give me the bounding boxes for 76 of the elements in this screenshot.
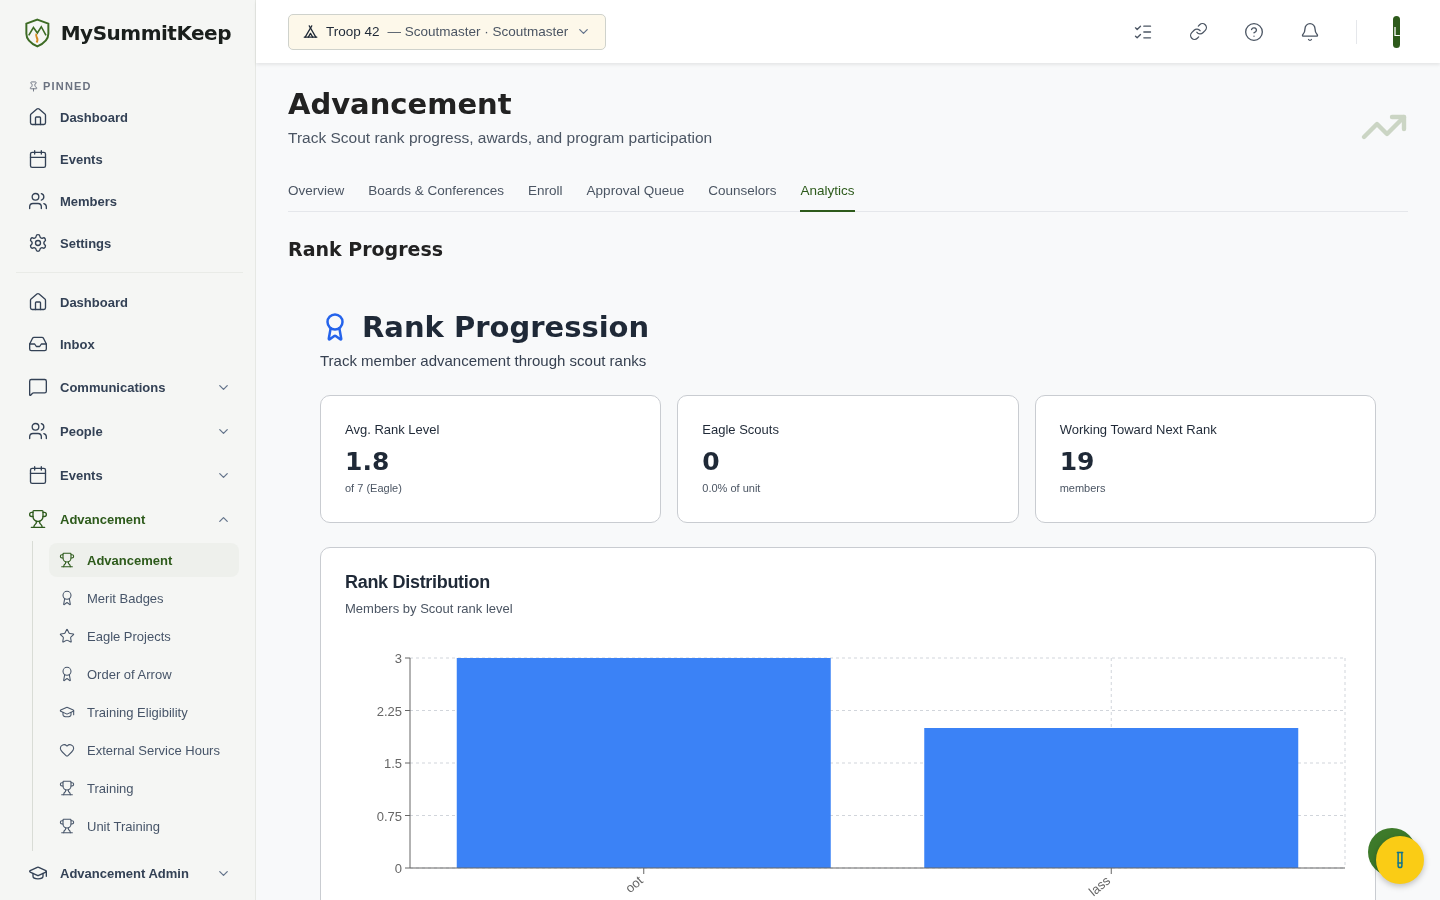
x-tick-label: lass — [1085, 872, 1114, 898]
stat-note: 0.0% of unit — [702, 482, 762, 494]
stat-label: Working Toward Next Rank — [1059, 422, 1218, 437]
stat-value: 19 — [1059, 447, 1096, 476]
stat-value: 0 — [702, 447, 721, 476]
sidebar-group[interactable]: Advancement Admin — [0, 851, 255, 895]
tab[interactable]: Boards & Conferences — [368, 175, 505, 212]
sidebar-item[interactable]: Dashboard — [0, 96, 255, 138]
notifications-button[interactable] — [1300, 21, 1320, 42]
stat-value: 1.8 — [345, 447, 391, 476]
ribbon-icon — [59, 590, 75, 606]
page-title: Advancement — [288, 87, 513, 121]
calendar-icon — [28, 465, 48, 485]
sidebar-group[interactable]: Communications — [0, 365, 255, 409]
star-icon — [59, 628, 75, 644]
home-icon — [28, 292, 48, 312]
trophy-icon — [28, 509, 48, 529]
home-icon — [28, 107, 48, 127]
sidebar-subitem[interactable]: Merit Badges — [49, 581, 239, 615]
chat-icon — [28, 377, 48, 397]
tab[interactable]: Overview — [288, 175, 345, 212]
chart-title: Rank Distribution — [345, 572, 491, 593]
graduation-cap-icon — [59, 704, 75, 720]
trophy-icon — [59, 780, 75, 796]
unit-selector[interactable]: Troop 42 — Scoutmaster · Scoutmaster — [288, 13, 607, 50]
sidebar-group[interactable]: People — [0, 409, 255, 453]
help-button[interactable] — [1244, 21, 1264, 42]
tab[interactable]: Approval Queue — [586, 175, 685, 212]
sidebar-subitem[interactable]: Training Eligibility — [49, 695, 239, 729]
y-tick-label: 0.75 — [376, 808, 402, 824]
sidebar-subitem[interactable]: Unit Training — [49, 809, 239, 843]
sidebar-item[interactable]: Events — [0, 138, 255, 180]
sidebar-subitem[interactable]: Advancement — [49, 543, 239, 577]
test-tube-button[interactable] — [1376, 836, 1424, 884]
sidebar-item[interactable]: Inbox — [0, 323, 255, 365]
pin-icon — [28, 80, 39, 92]
page-subtitle: Track Scout rank progress, awards, and program participation — [288, 129, 714, 147]
tab[interactable]: Counselors — [708, 175, 777, 212]
x-tick-label: oot — [622, 872, 646, 896]
y-tick-label: 0 — [394, 861, 402, 876]
brand-name: MySummitKeep — [60, 21, 231, 45]
ribbon-icon — [59, 666, 75, 682]
sidebar-subitem[interactable]: External Service Hours — [49, 733, 239, 767]
avatar[interactable]: L — [1393, 15, 1400, 48]
sidebar-group[interactable]: Events — [0, 453, 255, 497]
y-tick-label: 3 — [394, 651, 402, 666]
tab[interactable]: Enroll — [528, 175, 563, 212]
link-button[interactable] — [1189, 22, 1208, 41]
section-label: PINNED — [43, 80, 92, 92]
users-icon — [28, 191, 48, 211]
settings-icon — [28, 233, 48, 253]
stat-label: Eagle Scouts — [702, 422, 780, 437]
y-tick-label: 1.5 — [383, 756, 402, 771]
stat-note: members — [1059, 482, 1107, 494]
sidebar-item[interactable]: Settings — [0, 222, 255, 264]
sidebar-item[interactable]: Members — [0, 180, 255, 222]
users-icon — [28, 421, 48, 441]
sidebar-subitem[interactable]: Eagle Projects — [49, 619, 239, 653]
trophy-icon — [59, 818, 75, 834]
calendar-icon — [28, 149, 48, 169]
tab[interactable]: Analytics — [800, 175, 855, 212]
tent-icon — [303, 24, 318, 39]
sidebar-subitem[interactable]: Order of Arrow — [49, 657, 239, 691]
heart-icon — [59, 742, 75, 758]
inbox-icon — [28, 334, 48, 354]
y-tick-label: 2.25 — [376, 703, 402, 719]
stat-label: Avg. Rank Level — [345, 422, 441, 437]
stat-note: of 7 (Eagle) — [345, 482, 403, 494]
sidebar-item[interactable]: Dashboard — [0, 281, 255, 323]
panel-title: Rank Progression — [362, 310, 650, 344]
sidebar-group[interactable]: Advancement — [0, 497, 255, 541]
section-title: Rank Progress — [288, 238, 445, 260]
trophy-icon — [59, 552, 75, 568]
panel-subtitle: Track member advancement through scout ranks — [320, 352, 648, 369]
sidebar-subitem[interactable]: Training — [49, 771, 239, 805]
chart-subtitle: Members by Scout rank level — [345, 601, 514, 616]
